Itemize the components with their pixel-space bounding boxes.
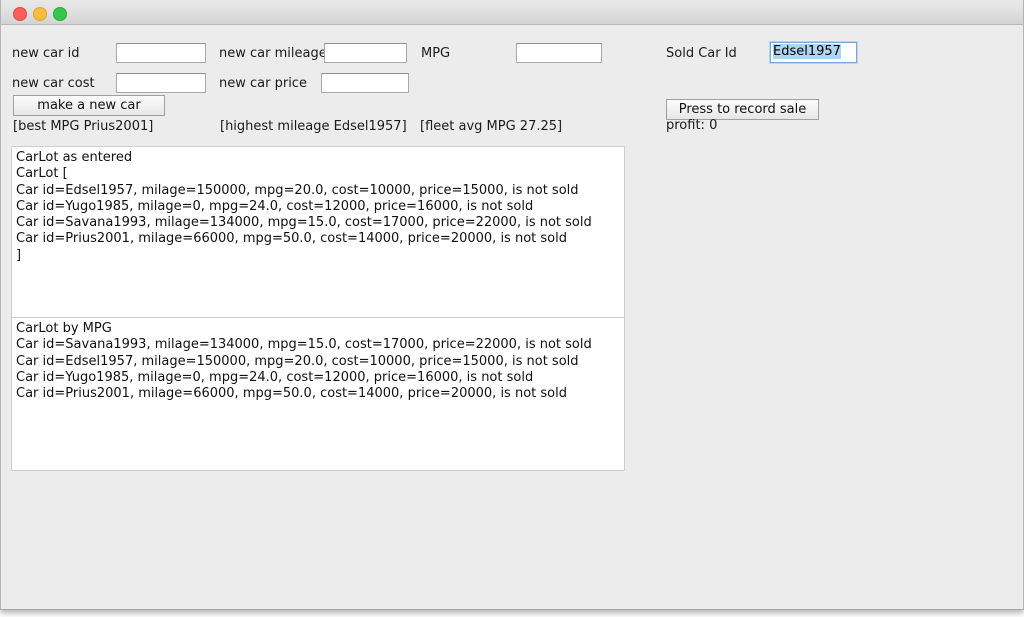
best-mpg-status: [best MPG Prius2001] bbox=[13, 119, 154, 134]
list-item: Car id=Savana1993, milage=134000, mpg=15… bbox=[16, 215, 592, 231]
highest-mileage-status: [highest mileage Edsel1957] bbox=[220, 119, 407, 134]
new-car-id-input[interactable] bbox=[116, 43, 206, 63]
mpg-label: MPG bbox=[421, 46, 451, 61]
window-content: new car id new car mileage MPG new car c… bbox=[1, 25, 1023, 609]
application-window: new car id new car mileage MPG new car c… bbox=[0, 0, 1024, 610]
list-item: CarLot as entered bbox=[16, 150, 133, 165]
list-item: Car id=Edsel1957, milage=150000, mpg=20.… bbox=[16, 353, 579, 369]
list-item: Car id=Prius2001, milage=66000, mpg=50.0… bbox=[16, 231, 567, 247]
list-item: Car id=Edsel1957, milage=150000, mpg=20.… bbox=[16, 182, 579, 198]
new-car-mileage-label: new car mileage bbox=[219, 46, 327, 61]
new-car-cost-input[interactable] bbox=[116, 73, 206, 93]
list-item: Car id=Savana1993, milage=134000, mpg=15… bbox=[16, 337, 592, 353]
list-item: Car id=Yugo1985, milage=0, mpg=24.0, cos… bbox=[16, 198, 534, 214]
mpg-input[interactable] bbox=[516, 43, 602, 63]
list-item: ] bbox=[16, 247, 22, 263]
new-car-price-input[interactable] bbox=[321, 73, 409, 93]
sold-car-id-selected-text: Edsel1957 bbox=[773, 44, 841, 59]
press-to-record-sale-button[interactable]: Press to record sale bbox=[666, 99, 819, 120]
list-item: Car id=Prius2001, milage=66000, mpg=50.0… bbox=[16, 386, 567, 402]
list-item: CarLot by MPG bbox=[16, 321, 112, 336]
make-a-new-car-button[interactable]: make a new car bbox=[13, 95, 165, 116]
new-car-cost-label: new car cost bbox=[12, 76, 95, 91]
new-car-id-label: new car id bbox=[12, 46, 80, 61]
sold-car-id-input[interactable]: Edsel1957 bbox=[770, 42, 857, 63]
list-item: Car id=Yugo1985, milage=0, mpg=24.0, cos… bbox=[16, 369, 534, 385]
window-titlebar bbox=[1, 0, 1023, 25]
minimize-window-icon[interactable] bbox=[33, 7, 47, 21]
new-car-mileage-input[interactable] bbox=[324, 43, 407, 63]
maximize-window-icon[interactable] bbox=[53, 7, 67, 21]
fleet-avg-mpg-status: [fleet avg MPG 27.25] bbox=[420, 119, 563, 134]
new-car-price-label: new car price bbox=[219, 76, 307, 91]
list-item: CarLot [ bbox=[16, 166, 68, 182]
carlot-as-entered-textarea[interactable]: CarLot as entered CarLot [ Car id=Edsel1… bbox=[11, 146, 625, 323]
sold-car-id-label: Sold Car Id bbox=[666, 46, 737, 61]
carlot-by-mpg-textarea[interactable]: CarLot by MPG Car id=Savana1993, milage=… bbox=[11, 317, 625, 471]
close-window-icon[interactable] bbox=[13, 7, 27, 21]
profit-label: profit: 0 bbox=[666, 118, 718, 133]
